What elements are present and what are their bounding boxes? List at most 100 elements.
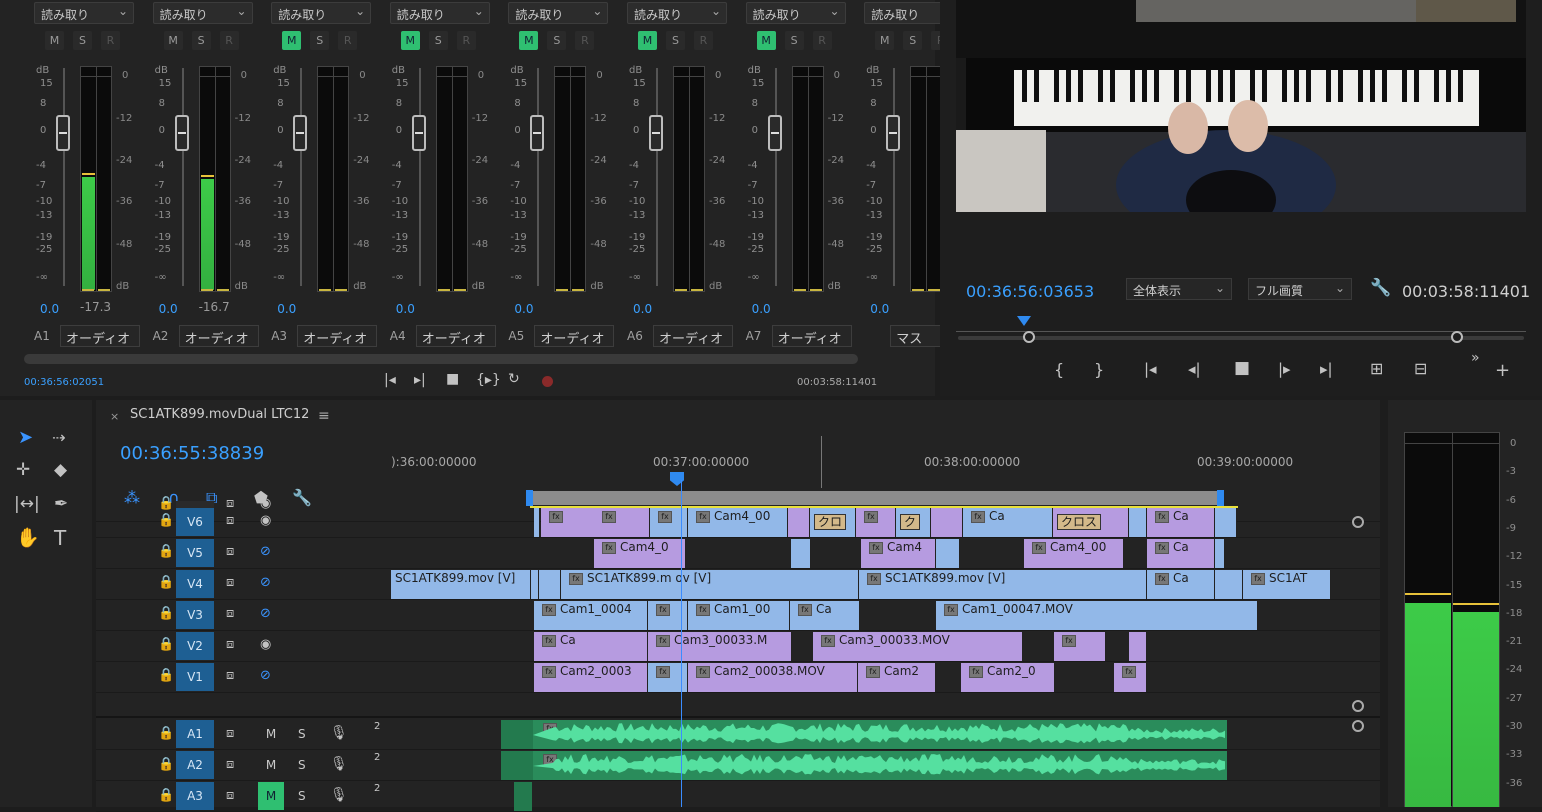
sync-lock-icon[interactable]: ⧈ <box>226 606 234 621</box>
automation-mode-select[interactable]: 読み取り ⌄ <box>271 2 372 24</box>
solo-button[interactable]: S <box>191 31 211 50</box>
go-to-out-icon[interactable]: ▸| <box>414 372 426 388</box>
track-target[interactable]: V2 <box>176 632 214 660</box>
video-clip[interactable]: fx Ca <box>963 508 1053 537</box>
video-clip[interactable]: fx Cam1_0004 <box>534 601 648 630</box>
video-clip[interactable]: fx Cam4_0 <box>594 539 686 568</box>
microphone-icon[interactable]: 🎙 <box>330 756 348 772</box>
volume-value[interactable]: 0.0 <box>633 302 652 316</box>
sync-lock-icon[interactable]: ⧈ <box>226 575 234 590</box>
output-assign-select[interactable]: オーディオ <box>534 325 615 347</box>
video-clip[interactable] <box>531 570 539 599</box>
loop-icon[interactable]: ↻ <box>508 371 520 387</box>
video-clip[interactable] <box>1215 570 1243 599</box>
go-to-in-icon[interactable]: |◂ <box>1144 360 1157 378</box>
volume-value[interactable]: 0.0 <box>752 302 771 316</box>
record-enable-button[interactable]: R <box>812 31 832 50</box>
selection-tool-icon[interactable]: ➤ <box>18 427 33 448</box>
video-clip[interactable]: fx Cam4 <box>861 539 936 568</box>
track-target[interactable]: V3 <box>176 601 214 629</box>
output-assign-select[interactable]: オーディオ <box>60 325 140 347</box>
zoom-scrollbar[interactable] <box>958 336 1524 340</box>
mute-button[interactable]: M <box>258 782 284 810</box>
volume-value[interactable]: 0.0 <box>277 302 296 316</box>
video-clip[interactable] <box>534 508 540 537</box>
volume-fader-track[interactable] <box>774 68 777 286</box>
video-clip[interactable]: fx Cam3_00033.MOV <box>813 632 1023 661</box>
eye-icon[interactable]: ◉ <box>260 637 271 652</box>
video-clip[interactable]: fx Cam2 <box>858 663 936 692</box>
razor-tool-icon[interactable]: ◆ <box>54 460 67 480</box>
video-clip[interactable] <box>539 570 561 599</box>
mixer-scrollbar[interactable] <box>24 354 858 364</box>
step-back-icon[interactable]: ◂| <box>1188 360 1201 378</box>
volume-fader-handle[interactable] <box>886 115 901 151</box>
panel-menu-icon[interactable]: ≡ <box>318 408 330 424</box>
video-clip[interactable]: クロ <box>810 508 856 537</box>
mute-button[interactable]: M <box>756 31 776 50</box>
lock-icon[interactable]: 🔒 <box>158 606 174 621</box>
record-enable-button[interactable]: R <box>694 31 713 50</box>
track-select-tool-icon[interactable]: ⇢ <box>52 428 65 447</box>
record-enable-button[interactable]: R <box>575 31 595 50</box>
mute-button[interactable]: M <box>282 31 302 50</box>
video-clip[interactable]: fx <box>541 508 595 537</box>
volume-fader-handle[interactable] <box>767 115 782 151</box>
slip-tool-icon[interactable]: |↔| <box>14 494 40 514</box>
video-clip[interactable]: fx <box>1114 663 1147 692</box>
video-clip[interactable]: fx <box>1054 632 1106 661</box>
volume-fader-track[interactable] <box>300 68 303 286</box>
volume-value[interactable]: 0.0 <box>870 302 889 316</box>
audio-clip[interactable]: fx <box>533 720 1227 749</box>
microphone-icon[interactable]: 🎙 <box>330 787 348 803</box>
video-clip[interactable]: fx Ca <box>1147 570 1215 599</box>
track-target[interactable]: V4 <box>176 570 214 598</box>
solo-button[interactable]: S <box>298 727 306 741</box>
video-clip[interactable]: fx <box>648 663 688 692</box>
zoom-handle-left[interactable] <box>1023 331 1035 343</box>
volume-fader-track[interactable] <box>63 68 65 286</box>
eye-hidden-icon[interactable]: ⊘ <box>260 544 271 559</box>
work-area-bar[interactable] <box>530 491 1220 505</box>
stop-icon[interactable]: ■ <box>1234 358 1250 378</box>
scroll-handle[interactable] <box>1352 720 1364 732</box>
video-clip[interactable] <box>931 508 963 537</box>
track-target[interactable]: A1 <box>176 720 214 748</box>
video-clip[interactable] <box>1129 508 1147 537</box>
go-to-out-icon[interactable]: ▸| <box>1320 360 1333 378</box>
lock-icon[interactable]: 🔒 <box>158 726 174 741</box>
mute-button[interactable]: M <box>258 751 284 779</box>
eye-hidden-icon[interactable]: ⊘ <box>260 575 271 590</box>
lock-icon[interactable]: 🔒 <box>158 544 174 559</box>
video-clip[interactable] <box>936 539 960 568</box>
sync-lock-icon[interactable]: ⧈ <box>226 668 234 683</box>
video-clip[interactable]: fx Cam4_00 <box>688 508 788 537</box>
mark-in-icon[interactable]: { <box>1054 360 1064 379</box>
video-clip[interactable]: ク <box>896 508 931 537</box>
volume-fader-track[interactable] <box>418 68 421 286</box>
audio-clip[interactable]: fx <box>533 751 1227 780</box>
video-clip[interactable] <box>1215 539 1225 568</box>
video-clip[interactable]: fx SC1ATK899.m ov [V] <box>561 570 859 599</box>
video-clip[interactable]: fx SC1ATK899.mov [V] <box>859 570 1147 599</box>
mute-button[interactable]: M <box>638 31 657 50</box>
track-target[interactable]: A3 <box>176 782 214 810</box>
output-assign-select[interactable]: オーディオ <box>178 325 259 347</box>
volume-fader-handle[interactable] <box>649 115 663 151</box>
video-clip[interactable]: fx <box>650 508 688 537</box>
mute-button[interactable]: M <box>400 31 420 50</box>
video-clip[interactable]: fx Ca <box>1147 508 1215 537</box>
automation-mode-select[interactable]: 読み取り ⌄ <box>745 2 846 24</box>
video-clip[interactable]: fx Cam1_00047.MOV <box>936 601 1258 630</box>
mute-button[interactable]: M <box>258 720 284 748</box>
eye-hidden-icon[interactable]: ⊘ <box>260 668 271 683</box>
mute-button[interactable]: M <box>45 31 64 50</box>
solo-button[interactable]: S <box>310 31 330 50</box>
lift-icon[interactable]: ⊞ <box>1370 359 1383 378</box>
solo-button[interactable]: S <box>298 758 306 772</box>
pen-tool-icon[interactable]: ✒ <box>54 494 68 514</box>
video-clip[interactable]: fx Cam4_00 <box>1024 539 1124 568</box>
sync-lock-icon[interactable]: ⧈ <box>226 726 234 741</box>
ripple-edit-tool-icon[interactable]: ✛ <box>16 460 30 480</box>
quality-select[interactable]: フル画質 ⌄ <box>1248 278 1352 300</box>
